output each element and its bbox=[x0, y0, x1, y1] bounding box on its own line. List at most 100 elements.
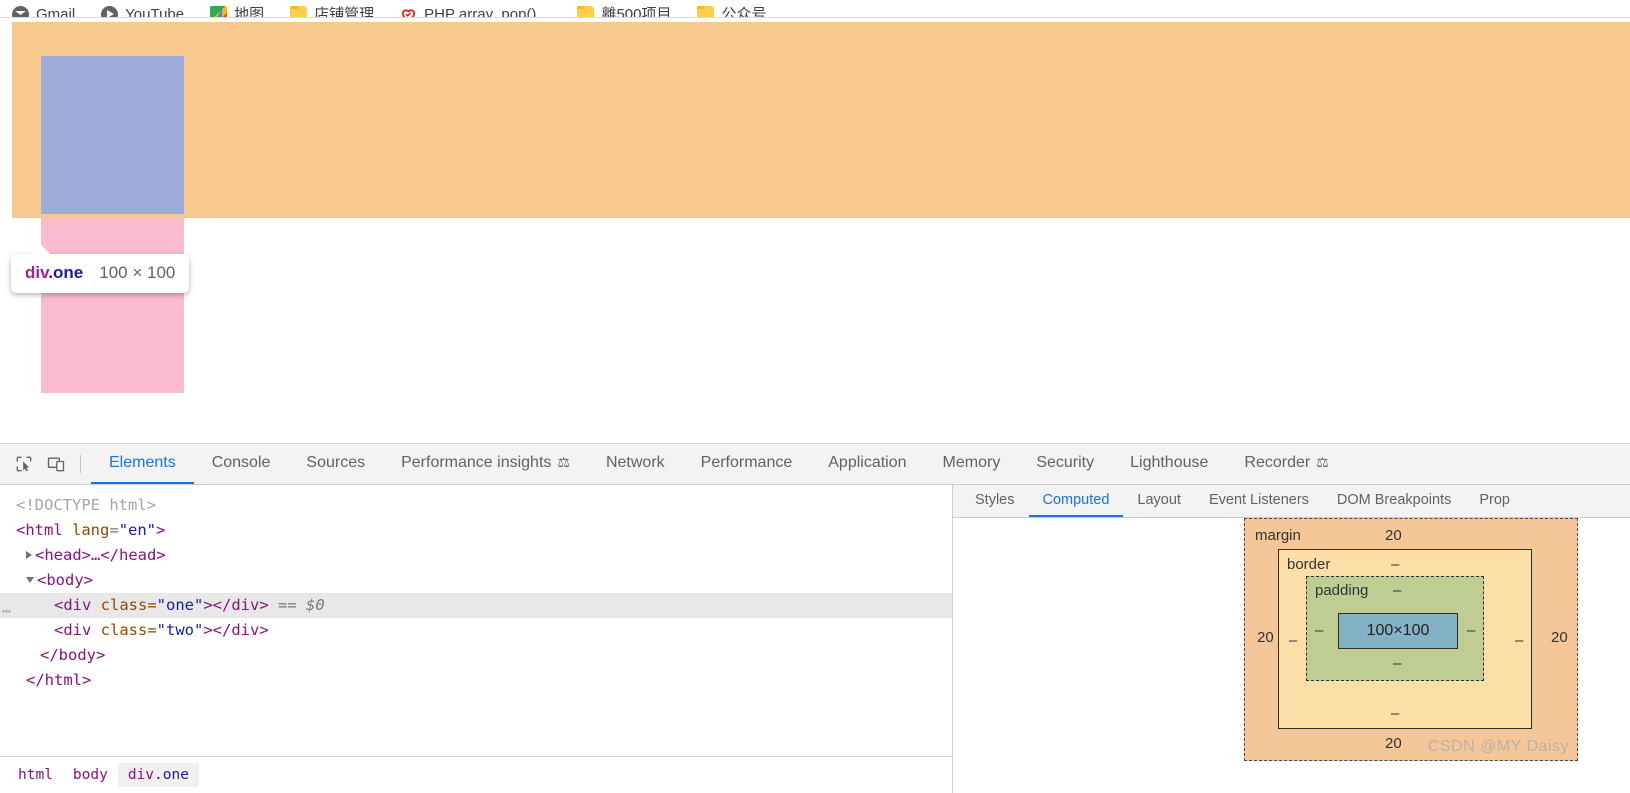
sidebar-tab-properties[interactable]: Prop bbox=[1465, 485, 1524, 517]
bookmark-item-maps[interactable]: 地图 bbox=[210, 6, 264, 17]
punct: <div bbox=[54, 621, 101, 639]
box-model-padding-left[interactable]: – bbox=[1315, 622, 1323, 639]
tooltip-class-name: .one bbox=[48, 263, 84, 282]
experimental-flask-icon: ⚖ bbox=[557, 454, 570, 470]
dom-tree[interactable]: <!DOCTYPE html> <html lang="en"> <head>…… bbox=[0, 485, 952, 756]
punct: < bbox=[16, 521, 26, 539]
body-open-markup: <body> bbox=[37, 571, 93, 589]
breadcrumb-item-body[interactable]: body bbox=[63, 763, 118, 787]
tab-label: Security bbox=[1036, 453, 1095, 471]
element-highlight-tooltip: div.one 100 × 100 bbox=[11, 245, 190, 293]
devtools-panel: Elements Console Sources Performance ins… bbox=[0, 443, 1630, 793]
attr-name: lang bbox=[72, 521, 110, 539]
dom-line-html-close[interactable]: </html> bbox=[0, 668, 952, 693]
page-element-div-one[interactable] bbox=[41, 56, 184, 214]
tab-memory[interactable]: Memory bbox=[925, 444, 1019, 484]
folder-icon bbox=[290, 6, 308, 17]
sidebar-tab-dom-breakpoints[interactable]: DOM Breakpoints bbox=[1323, 485, 1465, 517]
box-model-margin-label: margin bbox=[1255, 527, 1301, 544]
page-element-div-two[interactable] bbox=[41, 218, 184, 393]
box-model-padding-right[interactable]: – bbox=[1467, 622, 1475, 639]
html-close-markup: </html> bbox=[26, 671, 92, 689]
box-model-margin-top[interactable]: 20 bbox=[1385, 527, 1402, 544]
tab-recorder[interactable]: Recorder ⚖ bbox=[1226, 444, 1346, 484]
dom-line-doctype[interactable]: <!DOCTYPE html> bbox=[0, 493, 952, 518]
sidebar-tab-label: Layout bbox=[1137, 492, 1181, 508]
tooltip-dimensions: 100 × 100 bbox=[99, 263, 176, 282]
devtools-margin-highlight-overlay bbox=[12, 22, 1630, 218]
doctype-text: <!DOCTYPE html> bbox=[16, 496, 156, 514]
box-model-border-left[interactable]: – bbox=[1289, 632, 1297, 649]
bookmark-item-official-account[interactable]: 公众号 bbox=[697, 6, 766, 17]
dom-line-body-close[interactable]: </body> bbox=[0, 643, 952, 668]
bookmark-item-gmail[interactable]: Gmail bbox=[12, 6, 75, 17]
dom-line-html-open[interactable]: <html lang="en"> bbox=[0, 518, 952, 543]
breadcrumb-item-html[interactable]: html bbox=[8, 763, 63, 787]
sidebar-tab-label: DOM Breakpoints bbox=[1336, 492, 1452, 508]
elements-dom-pane: <!DOCTYPE html> <html lang="en"> <head>…… bbox=[0, 485, 953, 793]
box-model-padding-top[interactable]: – bbox=[1393, 582, 1401, 599]
breadcrumb-item-div-one[interactable]: div.one bbox=[117, 763, 199, 787]
bookmark-item-youtube[interactable]: YouTube bbox=[101, 6, 185, 18]
sidebar-tab-styles[interactable]: Styles bbox=[961, 485, 1029, 517]
gmail-icon bbox=[12, 6, 29, 17]
dom-line-div-one[interactable]: ⋯ <div class="one"></div> == $0 bbox=[0, 593, 952, 620]
box-model-padding-bottom[interactable]: – bbox=[1393, 655, 1401, 672]
body-close-markup: </body> bbox=[40, 646, 106, 664]
box-model-border-bottom[interactable]: – bbox=[1391, 705, 1399, 722]
box-model-margin-right[interactable]: 20 bbox=[1551, 629, 1568, 646]
tab-security[interactable]: Security bbox=[1018, 444, 1112, 484]
tab-lighthouse[interactable]: Lighthouse bbox=[1112, 444, 1226, 484]
box-model-margin-left[interactable]: 20 bbox=[1257, 629, 1274, 646]
chevron-right-icon[interactable] bbox=[26, 550, 32, 559]
equals-sign: == bbox=[278, 596, 297, 614]
tab-label: Network bbox=[605, 453, 665, 471]
tab-label: Console bbox=[211, 453, 271, 471]
device-toolbar-icon[interactable] bbox=[42, 451, 70, 477]
page-viewport: div.one 100 × 100 bbox=[0, 18, 1630, 443]
tab-sources[interactable]: Sources bbox=[288, 444, 383, 484]
tab-label: Lighthouse bbox=[1130, 453, 1209, 471]
dom-line-body-open[interactable]: <body> bbox=[0, 568, 952, 593]
sidebar-tab-label: Event Listeners bbox=[1208, 492, 1309, 508]
crumb-tag: body bbox=[72, 767, 108, 783]
sidebar-tab-event-listeners[interactable]: Event Listeners bbox=[1195, 485, 1323, 517]
devtools-tab-bar: Elements Console Sources Performance ins… bbox=[91, 444, 1347, 484]
bookmark-item-shop-admin[interactable]: 店铺管理 bbox=[290, 6, 374, 17]
box-model-diagram: margin 20 20 20 20 border – – – – paddin… bbox=[1244, 518, 1578, 761]
inspect-element-icon[interactable] bbox=[10, 451, 38, 477]
tab-console[interactable]: Console bbox=[194, 444, 289, 484]
computed-pane-body: margin 20 20 20 20 border – – – – paddin… bbox=[953, 518, 1630, 793]
punct: <div bbox=[54, 596, 101, 614]
folder-icon bbox=[577, 6, 595, 17]
tab-elements[interactable]: Elements bbox=[91, 444, 194, 484]
tab-performance-insights[interactable]: Performance insights ⚖ bbox=[383, 444, 588, 484]
bookmark-item-php-array-pop[interactable]: PHP array_pop()… bbox=[400, 6, 552, 18]
attr-value: "en" bbox=[118, 521, 157, 539]
tooltip-tag-name: div bbox=[25, 263, 49, 282]
bookmark-label: PHP array_pop()… bbox=[424, 6, 552, 18]
tab-network[interactable]: Network bbox=[588, 444, 683, 484]
console-ref: $0 bbox=[306, 596, 325, 614]
devtools-toolbar: Elements Console Sources Performance ins… bbox=[0, 444, 1630, 485]
crumb-tag: html bbox=[18, 767, 53, 783]
box-model-content-box[interactable]: 100×100 bbox=[1338, 613, 1458, 649]
box-model-margin-bottom[interactable]: 20 bbox=[1385, 735, 1402, 752]
chevron-down-icon[interactable] bbox=[26, 576, 34, 583]
tab-performance[interactable]: Performance bbox=[683, 444, 811, 484]
bookmark-item-500-projects[interactable]: 離500项目 bbox=[577, 6, 671, 17]
youtube-icon bbox=[101, 6, 119, 17]
sidebar-tab-label: Computed bbox=[1042, 492, 1110, 508]
sidebar-tab-label: Styles bbox=[975, 492, 1015, 508]
sidebar-tab-bar: Styles Computed Layout Event Listeners D… bbox=[953, 485, 1630, 518]
box-model-border-right[interactable]: – bbox=[1515, 632, 1523, 649]
sidebar-tab-computed[interactable]: Computed bbox=[1028, 485, 1124, 517]
breadcrumb: html body div.one bbox=[0, 756, 952, 793]
bookmark-label: YouTube bbox=[125, 6, 185, 18]
styles-sidebar-pane: Styles Computed Layout Event Listeners D… bbox=[953, 485, 1630, 793]
box-model-border-top[interactable]: – bbox=[1391, 556, 1399, 573]
dom-line-head[interactable]: <head>…</head> bbox=[0, 543, 952, 568]
dom-line-div-two[interactable]: <div class="two"></div> bbox=[0, 618, 952, 643]
sidebar-tab-layout[interactable]: Layout bbox=[1123, 485, 1195, 517]
tab-application[interactable]: Application bbox=[810, 444, 924, 484]
